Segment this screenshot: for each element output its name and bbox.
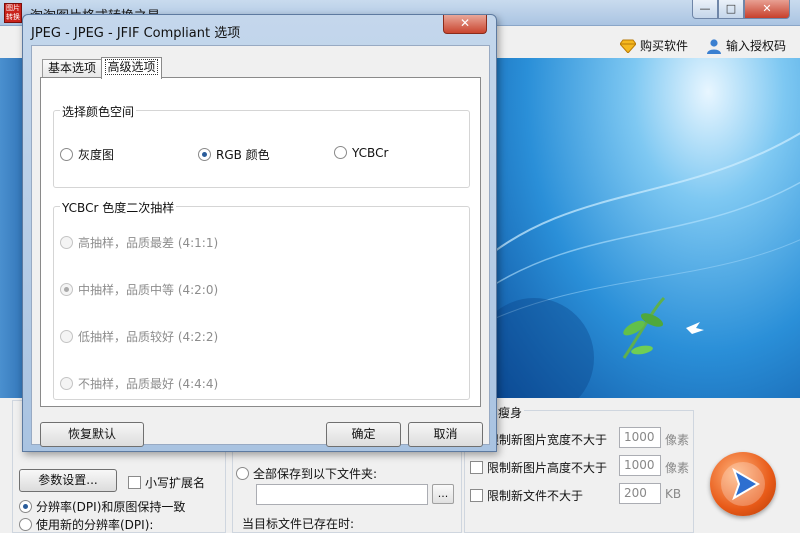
diamond-icon <box>619 39 636 53</box>
limit-width-label: 限制新图片宽度不大于 <box>487 433 608 447</box>
dialog-close-button[interactable]: ✕ <box>443 15 487 34</box>
color-space-title: 选择颜色空间 <box>60 103 137 120</box>
subsample-444-radio[interactable]: 不抽样，品质最好 (4:4:4) <box>60 375 218 392</box>
play-arrow-icon <box>721 462 765 506</box>
hero-artwork <box>494 132 800 398</box>
user-icon <box>706 38 721 54</box>
size-input[interactable]: 200 <box>619 483 661 504</box>
jpeg-options-dialog: JPEG - JPEG - JFIF Compliant 选项 ✕ 基本选项 高… <box>22 14 497 452</box>
radio-dot[interactable] <box>198 148 211 161</box>
limit-size-label: 限制新文件不大于 <box>487 489 584 503</box>
width-unit: 像素 <box>665 433 690 447</box>
size-unit: KB <box>665 487 682 501</box>
radio-dot[interactable] <box>60 377 73 390</box>
subsample-411-radio[interactable]: 高抽样，品质最差 (4:1:1) <box>60 234 218 251</box>
params-settings-button[interactable]: 参数设置... <box>19 469 117 492</box>
register-link-label: 输入授权码 <box>725 39 786 53</box>
subsample-420-label: 中抽样，品质中等 (4:2:0) <box>78 283 219 297</box>
lowercase-ext-checkbox[interactable]: 小写扩展名 <box>128 474 205 491</box>
color-rgb-radio[interactable]: RGB 颜色 <box>198 146 270 163</box>
restore-defaults-button[interactable]: 恢复默认 <box>40 422 144 447</box>
radio-dot[interactable] <box>60 236 73 249</box>
checkbox-box[interactable] <box>470 461 483 474</box>
subsample-411-label: 高抽样，品质最差 (4:1:1) <box>78 236 219 250</box>
subsample-422-label: 低抽样，品质较好 (4:2:2) <box>78 330 219 344</box>
maximize-button[interactable]: □ <box>718 0 744 19</box>
save-all-radio[interactable]: 全部保存到以下文件夹: <box>236 465 377 482</box>
radio-dot[interactable] <box>236 467 249 480</box>
advanced-tab-page: 选择颜色空间 灰度图 RGB 颜色 YCBCr YCBCr 色度二次抽样 高抽样… <box>40 77 481 407</box>
color-ycbcr-label: YCBCr <box>352 146 389 160</box>
color-space-group: 选择颜色空间 灰度图 RGB 颜色 YCBCr <box>53 103 470 188</box>
tab-advanced-options[interactable]: 高级选项 <box>101 57 162 79</box>
color-gray-radio[interactable]: 灰度图 <box>60 146 114 163</box>
subsample-422-radio[interactable]: 低抽样，品质较好 (4:2:2) <box>60 328 218 345</box>
subsample-444-label: 不抽样，品质最好 (4:4:4) <box>78 377 219 391</box>
close-button[interactable]: ✕ <box>744 0 790 19</box>
cancel-button[interactable]: 取消 <box>408 422 483 447</box>
color-rgb-label: RGB 颜色 <box>216 148 270 162</box>
folder-path-input[interactable] <box>256 484 428 505</box>
hero-banner-image <box>494 58 800 398</box>
app-icon: 图片转换 <box>4 3 22 23</box>
buy-link[interactable]: 购买软件 <box>619 37 688 54</box>
radio-dot[interactable] <box>19 518 32 531</box>
lowercase-ext-label: 小写扩展名 <box>145 476 206 490</box>
ok-button[interactable]: 确定 <box>326 422 401 447</box>
buy-link-label: 购买软件 <box>639 39 688 53</box>
height-unit: 像素 <box>665 461 690 475</box>
minimize-button[interactable]: — <box>692 0 718 19</box>
radio-dot[interactable] <box>60 148 73 161</box>
dpi-keep-radio[interactable]: 分辨率(DPI)和原图保持一致 <box>19 498 185 515</box>
register-link[interactable]: 输入授权码 <box>706 37 786 54</box>
color-gray-label: 灰度图 <box>78 148 115 162</box>
start-convert-button[interactable] <box>710 452 776 516</box>
save-all-label: 全部保存到以下文件夹: <box>253 467 378 481</box>
dialog-title: JPEG - JPEG - JFIF Compliant 选项 <box>31 26 241 41</box>
top-links: 购买软件 输入授权码 <box>619 37 786 54</box>
dialog-body: 基本选项 高级选项 选择颜色空间 灰度图 RGB 颜色 YCBCr YCBCr … <box>31 45 490 447</box>
limit-height-label: 限制新图片高度不大于 <box>487 461 608 475</box>
radio-dot[interactable] <box>334 146 347 159</box>
radio-dot[interactable] <box>60 283 73 296</box>
dpi-new-radio[interactable]: 使用新的分辨率(DPI): <box>19 516 153 533</box>
checkbox-box[interactable] <box>470 489 483 502</box>
tab-advanced-label: 高级选项 <box>105 59 158 75</box>
subsampling-title: YCBCr 色度二次抽样 <box>60 199 177 216</box>
radio-dot[interactable] <box>60 330 73 343</box>
radio-dot[interactable] <box>19 500 32 513</box>
checkbox-box[interactable] <box>128 476 141 489</box>
browse-folder-button[interactable]: ... <box>432 484 454 504</box>
limit-size-checkbox[interactable]: 限制新文件不大于 <box>470 487 583 504</box>
subsampling-group: YCBCr 色度二次抽样 高抽样，品质最差 (4:1:1) 中抽样，品质中等 (… <box>53 199 470 400</box>
slim-panel-title: 瘦身 <box>496 404 525 421</box>
tab-basic-options[interactable]: 基本选项 <box>42 59 102 78</box>
subsample-420-radio[interactable]: 中抽样，品质中等 (4:2:0) <box>60 281 218 298</box>
color-ycbcr-radio[interactable]: YCBCr <box>334 146 388 160</box>
height-input[interactable]: 1000 <box>619 455 661 476</box>
limit-height-checkbox[interactable]: 限制新图片高度不大于 <box>470 459 607 476</box>
when-exists-label: 当目标文件已存在时: <box>242 517 355 531</box>
dpi-new-label: 使用新的分辨率(DPI): <box>36 518 154 532</box>
width-input[interactable]: 1000 <box>619 427 661 448</box>
dpi-keep-label: 分辨率(DPI)和原图保持一致 <box>36 500 186 514</box>
